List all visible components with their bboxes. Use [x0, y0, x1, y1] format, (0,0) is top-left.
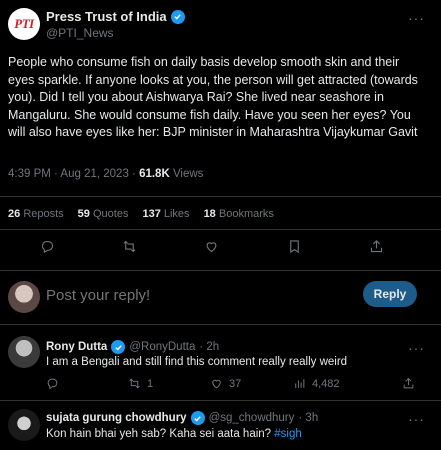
- reply-action-bar: 1 37 4,482: [0, 377, 441, 393]
- reply-handle[interactable]: @sg_chowdhury: [209, 412, 295, 424]
- more-icon[interactable]: ···: [408, 10, 425, 26]
- more-icon[interactable]: ···: [408, 411, 425, 427]
- hashtag-link[interactable]: #sigh: [274, 428, 302, 440]
- reply-avatar[interactable]: [8, 409, 40, 441]
- pti-avatar[interactable]: PTI: [8, 8, 40, 40]
- tweet-meta: 4:39 PM · Aug 21, 2023 · 61.8K Views: [8, 168, 203, 180]
- reply-header: Rony Dutta @RonyDutta · 2h: [46, 340, 219, 354]
- author-handle[interactable]: @PTI_News: [46, 26, 114, 40]
- tweet-stats: 26 Reposts 59 Quotes 137 Likes 18 Bookma…: [8, 208, 274, 220]
- reply-text: Kon hain bhai yeh sab? Kaha sei aata hai…: [46, 428, 302, 440]
- views-icon[interactable]: 4,482: [293, 377, 340, 390]
- reposts-stat[interactable]: 26 Reposts: [8, 208, 64, 220]
- tweet-text: People who consume fish on daily basis d…: [8, 55, 418, 139]
- bookmarks-stat[interactable]: 18 Bookmarks: [204, 208, 274, 220]
- reply-like-count: 37: [229, 377, 242, 390]
- divider: [0, 400, 441, 401]
- reply-icon[interactable]: [46, 377, 59, 390]
- like-icon[interactable]: [204, 239, 219, 254]
- reply-time[interactable]: · 3h: [298, 412, 318, 424]
- tweet-timestamp[interactable]: 4:39 PM · Aug 21, 2023 ·: [8, 168, 139, 180]
- verified-badge-icon: [190, 411, 205, 425]
- divider: [0, 270, 441, 271]
- repost-icon[interactable]: [122, 239, 137, 254]
- reply-header: sujata gurung chowdhury @sg_chowdhury · …: [46, 411, 318, 425]
- like-icon[interactable]: 37: [210, 377, 241, 390]
- reply-text: I am a Bengali and still find this comme…: [46, 356, 348, 368]
- repost-icon[interactable]: 1: [128, 377, 153, 390]
- reply-button[interactable]: Reply: [363, 281, 417, 307]
- reply-input[interactable]: [46, 287, 346, 304]
- tweet-action-bar: [0, 239, 441, 261]
- reply-avatar[interactable]: [8, 336, 40, 368]
- reply-author-name[interactable]: sujata gurung chowdhury: [46, 412, 187, 424]
- divider: [0, 229, 441, 230]
- reply-author-name[interactable]: Rony Dutta: [46, 341, 107, 353]
- share-icon[interactable]: [402, 377, 415, 390]
- divider: [0, 196, 441, 197]
- divider: [0, 324, 441, 325]
- bookmark-icon[interactable]: [287, 239, 302, 254]
- author-name[interactable]: Press Trust of India: [46, 9, 185, 24]
- reply-icon[interactable]: [40, 239, 55, 254]
- pti-logo: PTI: [14, 16, 34, 31]
- likes-stat[interactable]: 137 Likes: [142, 208, 189, 220]
- quotes-stat[interactable]: 59 Quotes: [78, 208, 129, 220]
- views-count: 61.8K: [139, 168, 170, 180]
- reply-handle[interactable]: @RonyDutta: [129, 341, 195, 353]
- reply-views-count: 4,482: [312, 377, 340, 390]
- share-icon[interactable]: [369, 239, 384, 254]
- reply-text-body: Kon hain bhai yeh sab? Kaha sei aata hai…: [46, 428, 275, 440]
- views-label: Views: [169, 168, 204, 180]
- reply-repost-count: 1: [147, 377, 154, 390]
- verified-badge-icon: [111, 340, 126, 354]
- reply-time[interactable]: · 2h: [199, 341, 219, 353]
- more-icon[interactable]: ···: [408, 340, 425, 356]
- verified-badge-icon: [170, 9, 185, 24]
- author-name-text[interactable]: Press Trust of India: [46, 9, 167, 24]
- user-avatar[interactable]: [8, 281, 40, 313]
